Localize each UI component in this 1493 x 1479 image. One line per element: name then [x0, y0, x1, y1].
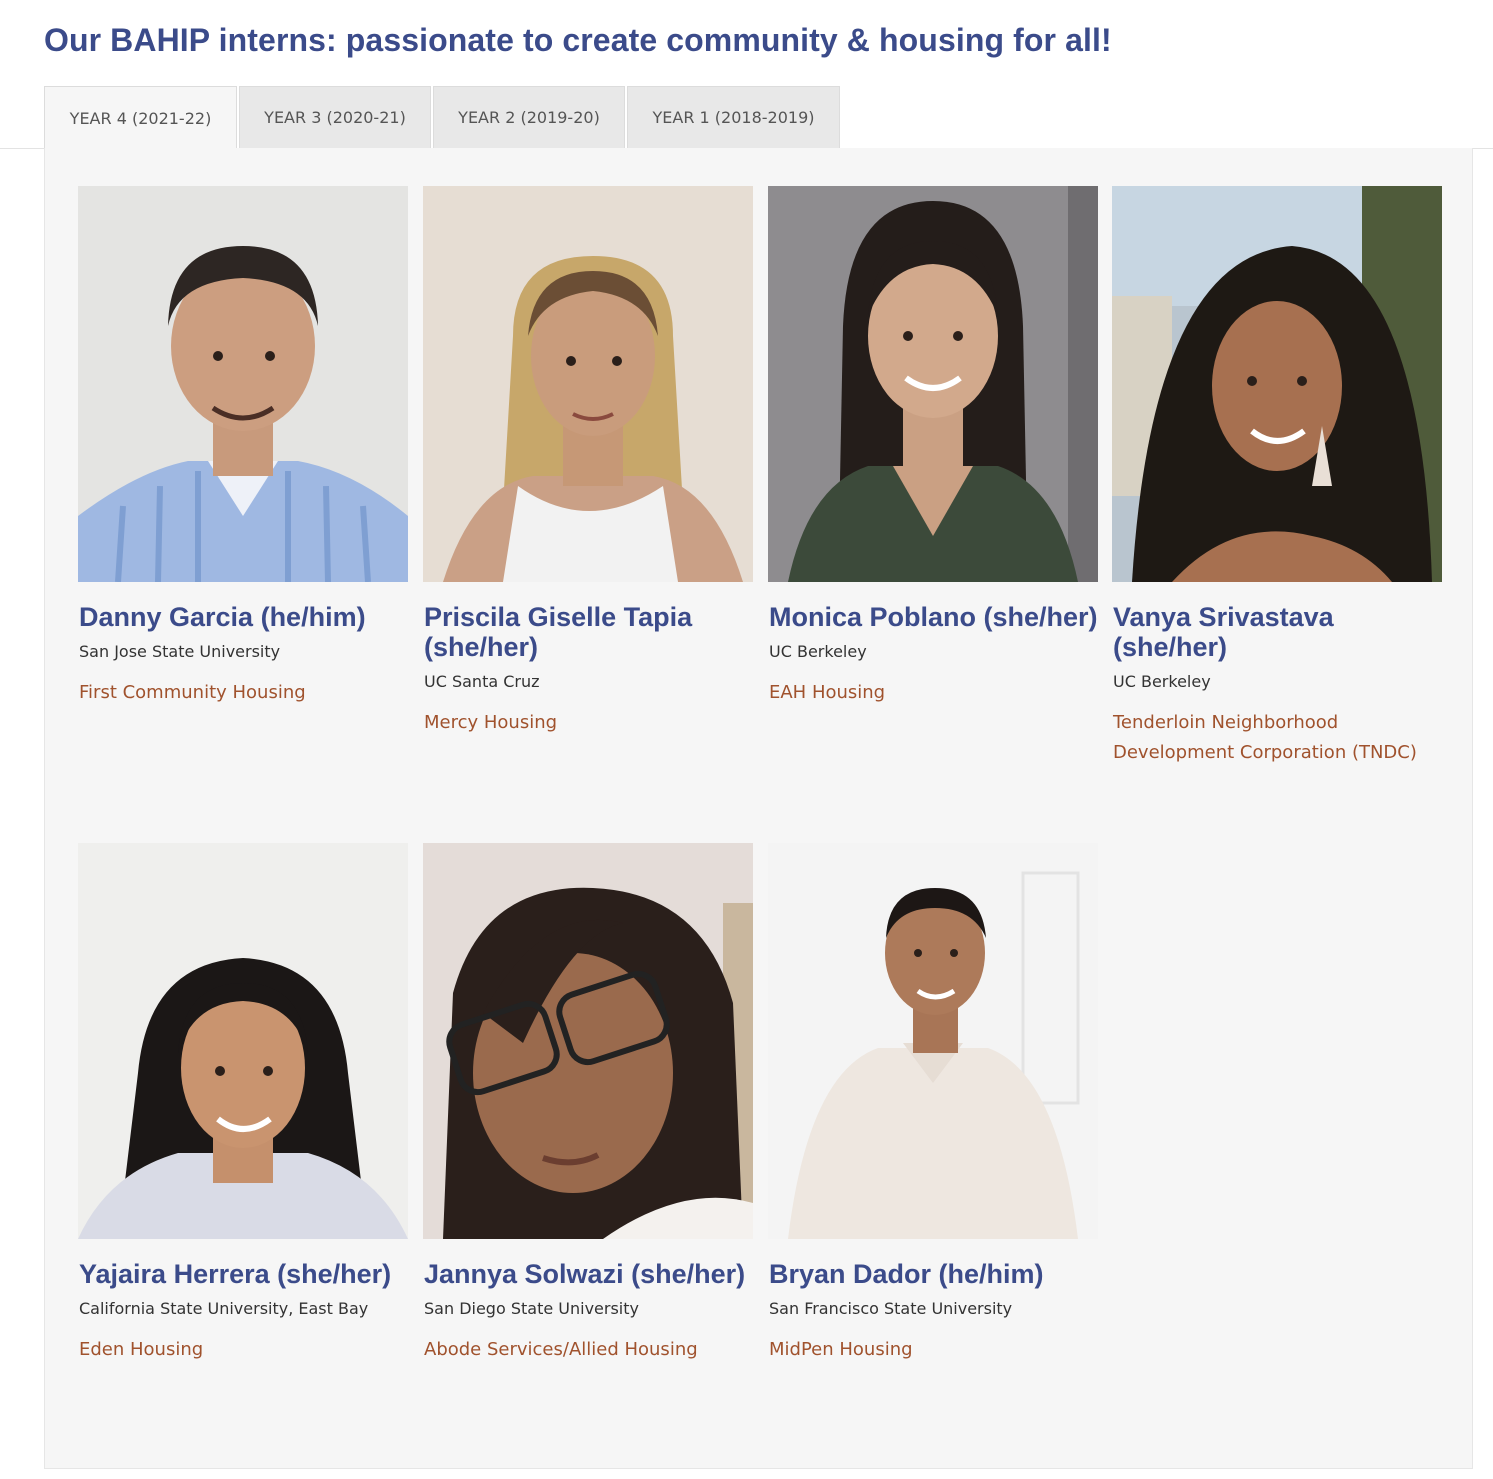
intern-photo: [1112, 186, 1442, 582]
intern-name: Priscila Giselle Tapia (she/her): [424, 602, 693, 662]
intern-school: UC Berkeley: [1113, 672, 1211, 691]
intern-school: UC Santa Cruz: [424, 672, 540, 691]
intern-card: Bryan Dador (he/him) San Francisco State…: [768, 843, 1098, 1365]
intern-school: San Jose State University: [79, 642, 281, 661]
intern-org-link[interactable]: Tenderloin Neighborhood Development Corp…: [1113, 708, 1442, 768]
intern-name: Monica Poblano (she/her): [769, 602, 1098, 632]
intern-card: Monica Poblano (she/her) UC Berkeley EAH…: [768, 186, 1098, 708]
intern-name: Bryan Dador (he/him): [769, 1259, 1044, 1289]
intern-school: San Francisco State University: [769, 1299, 1013, 1318]
intern-photo: [423, 186, 753, 582]
intern-name: Jannya Solwazi (she/her): [424, 1259, 746, 1289]
tab-year-1[interactable]: YEAR 1 (2018-2019): [627, 86, 840, 148]
intern-card: Vanya Srivastava (she/her) UC Berkeley T…: [1112, 186, 1442, 768]
intern-card: Jannya Solwazi (she/her) San Diego State…: [423, 843, 753, 1365]
year-tabs: YEAR 4 (2021-22) YEAR 3 (2020-21) YEAR 2…: [0, 86, 1493, 149]
intern-org-link[interactable]: First Community Housing: [79, 678, 408, 708]
intern-org-link[interactable]: Mercy Housing: [424, 708, 753, 738]
intern-name: Vanya Srivastava (she/her): [1113, 602, 1334, 662]
intern-photo: [768, 186, 1098, 582]
intern-school: UC Berkeley: [769, 642, 867, 661]
intern-card: Priscila Giselle Tapia (she/her) UC Sant…: [423, 186, 753, 738]
intern-card: Yajaira Herrera (she/her) California Sta…: [78, 843, 408, 1365]
intern-photo: [768, 843, 1098, 1239]
intern-name: Danny Garcia (he/him): [79, 602, 366, 632]
intern-org-link[interactable]: Eden Housing: [79, 1335, 408, 1365]
intern-photo: [78, 186, 408, 582]
page-title: Our BAHIP interns: passionate to create …: [44, 22, 1112, 58]
intern-org-link[interactable]: MidPen Housing: [769, 1335, 1098, 1365]
intern-org-link[interactable]: EAH Housing: [769, 678, 1098, 708]
intern-school: California State University, East Bay: [79, 1299, 369, 1318]
intern-photo: [423, 843, 753, 1239]
intern-school: San Diego State University: [424, 1299, 639, 1318]
tab-year-2[interactable]: YEAR 2 (2019-20): [433, 86, 625, 148]
tab-year-4[interactable]: YEAR 4 (2021-22): [44, 86, 237, 149]
intern-photo: [78, 843, 408, 1239]
tab-year-3[interactable]: YEAR 3 (2020-21): [239, 86, 431, 148]
tab-panel-year-4: Danny Garcia (he/him) San Jose State Uni…: [44, 148, 1473, 1469]
intern-org-link[interactable]: Abode Services/Allied Housing: [424, 1335, 753, 1365]
intern-name: Yajaira Herrera (she/her): [79, 1259, 392, 1289]
intern-card: Danny Garcia (he/him) San Jose State Uni…: [78, 186, 408, 708]
